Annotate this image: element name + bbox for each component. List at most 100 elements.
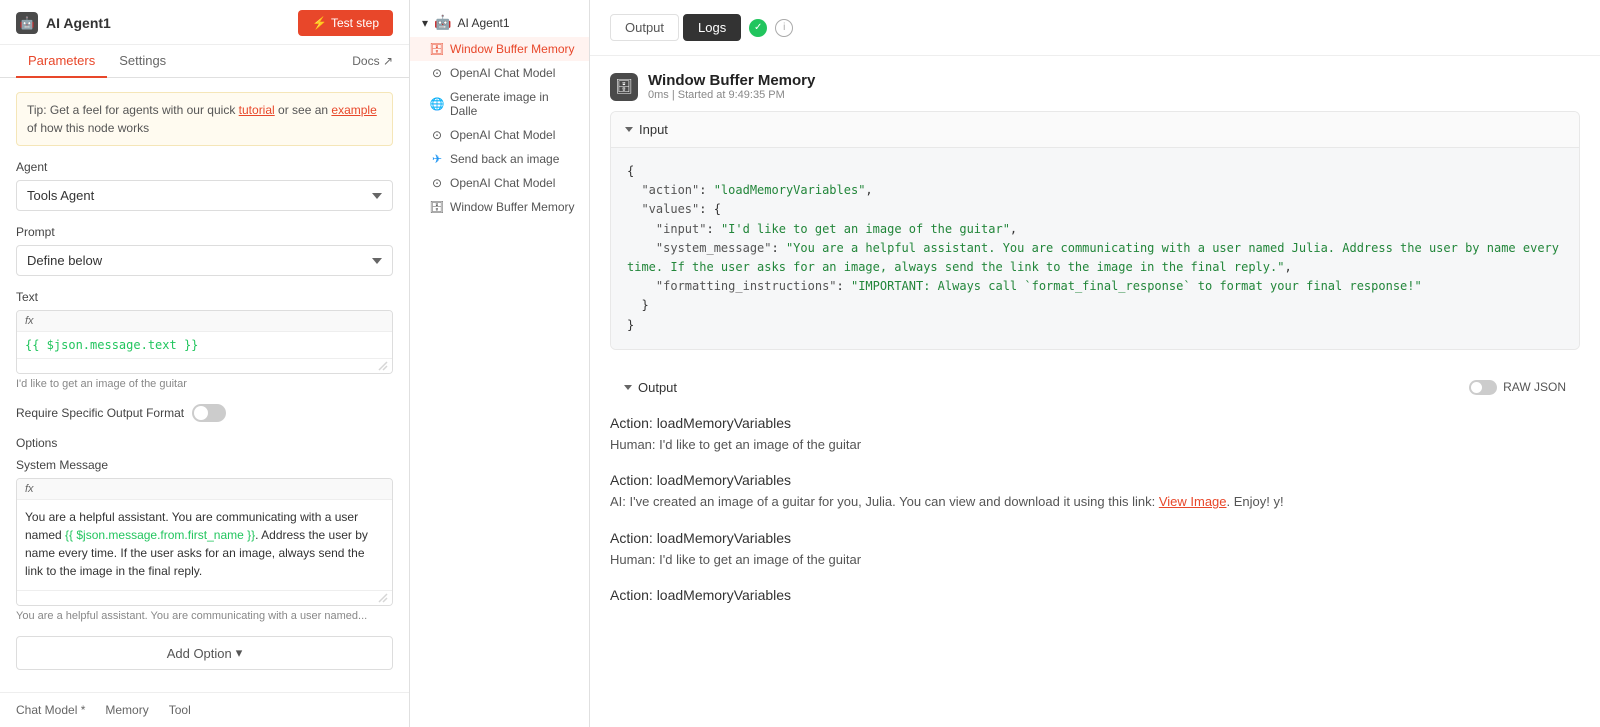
prompt-label: Prompt — [16, 225, 393, 239]
test-step-button[interactable]: ⚡ Test step — [298, 10, 393, 36]
tree-item-window-buffer-memory-2[interactable]: 🗄 Window Buffer Memory — [410, 195, 589, 219]
resize-icon[interactable] — [378, 361, 388, 371]
require-output-format-toggle[interactable] — [192, 404, 226, 422]
input-section-body: { "action": "loadMemoryVariables", "valu… — [611, 148, 1579, 349]
detail-tabs: Output Logs — [610, 14, 741, 41]
input-chevron-icon — [625, 127, 633, 132]
docs-link[interactable]: Docs ↗ — [352, 45, 393, 77]
output-text-1: Human: I'd like to get an image of the g… — [610, 435, 1580, 463]
tip-or: or see an — [275, 103, 332, 117]
input-section-header[interactable]: Input — [611, 112, 1579, 148]
node-db-icon: 🗄 — [610, 73, 638, 101]
system-message-preview: You are a helpful assistant. You are com… — [16, 610, 393, 622]
tip-example-link[interactable]: example — [331, 103, 376, 117]
node-info: Window Buffer Memory 0ms | Started at 9:… — [648, 72, 815, 101]
tip-box: Tip: Get a feel for agents with our quic… — [16, 92, 393, 146]
tree-item-label-5: Send back an image — [450, 152, 559, 166]
footer-tool: Tool — [169, 703, 191, 717]
test-step-icon: ⚡ — [312, 16, 327, 30]
raw-json-toggle[interactable]: RAW JSON — [1469, 380, 1566, 395]
tab-settings[interactable]: Settings — [107, 45, 178, 78]
tree-item-send-back-image[interactable]: ✈ Send back an image — [410, 147, 589, 171]
text-input-header: fx — [17, 311, 392, 332]
node-meta: 0ms | Started at 9:49:35 PM — [648, 89, 815, 101]
tree-root-icon: 🤖 — [434, 14, 451, 31]
tree-item-window-buffer-memory-1[interactable]: 🗄 Window Buffer Memory — [410, 37, 589, 61]
output-section: Output RAW JSON Action: loadMemoryVariab… — [610, 370, 1580, 618]
node-title: Window Buffer Memory — [648, 72, 815, 89]
system-message-wrapper: fx You are a helpful assistant. You are … — [16, 478, 393, 606]
system-message-code: {{ $json.message.from.first_name }} — [65, 528, 255, 542]
input-section-title: Input — [639, 122, 668, 137]
system-message-fx-icon: fx — [25, 483, 34, 495]
tree-icon-telegram: ✈ — [430, 152, 444, 166]
config-header: 🤖 AI Agent1 ⚡ Test step — [0, 0, 409, 45]
system-message-label: System Message — [16, 458, 393, 472]
fx-icon: fx — [25, 315, 34, 327]
system-message-resize-icon[interactable] — [378, 593, 388, 603]
toggle-thumb — [194, 406, 208, 420]
config-footer: Chat Model * Memory Tool — [0, 692, 409, 727]
config-panel: 🤖 AI Agent1 ⚡ Test step Parameters Setti… — [0, 0, 410, 727]
info-icon[interactable]: i — [775, 19, 793, 37]
config-title: 🤖 AI Agent1 — [16, 12, 111, 34]
tree-item-label-1: Window Buffer Memory — [450, 42, 574, 56]
detail-tab-logs[interactable]: Logs — [683, 14, 741, 41]
tree-item-openai-chat-model-3[interactable]: ⊙ OpenAI Chat Model — [410, 171, 589, 195]
output-chevron-icon — [624, 385, 632, 390]
detail-header: Output Logs ✓ i — [590, 0, 1600, 56]
system-message-resize — [17, 590, 392, 605]
text-preview: I'd like to get an image of the guitar — [16, 378, 393, 390]
detail-icons: ✓ i — [749, 19, 793, 37]
add-option-chevron: ▾ — [236, 645, 243, 661]
output-section-title: Output — [638, 380, 677, 395]
tree-icon-openai-2: ⊙ — [430, 128, 444, 142]
options-title: Options — [16, 436, 393, 450]
tip-text: Tip: Get a feel for agents with our quic… — [27, 103, 239, 117]
prompt-form-group: Prompt Define below — [16, 225, 393, 276]
tree-icon-db-1: 🗄 — [430, 42, 444, 56]
config-body: Tip: Get a feel for agents with our quic… — [0, 78, 409, 692]
raw-json-label: RAW JSON — [1503, 380, 1566, 394]
tab-parameters[interactable]: Parameters — [16, 45, 107, 78]
view-image-link[interactable]: View Image — [1159, 494, 1227, 509]
footer-chat-model: Chat Model * — [16, 703, 85, 717]
add-option-label: Add Option — [167, 646, 232, 661]
text-label: Text — [16, 290, 393, 304]
text-code-expr: {{ $json.message.text }} — [25, 338, 198, 352]
raw-json-toggle-thumb — [1471, 382, 1482, 393]
tree-root-label: AI Agent1 — [457, 16, 509, 30]
tree-item-openai-chat-model-2[interactable]: ⊙ OpenAI Chat Model — [410, 123, 589, 147]
text-input-wrapper: fx {{ $json.message.text }} — [16, 310, 393, 374]
tree-icon-globe: 🌐 — [430, 97, 444, 111]
output-action-4: Action: loadMemoryVariables — [610, 577, 1580, 607]
tree-item-label-6: OpenAI Chat Model — [450, 176, 555, 190]
system-message-body[interactable]: You are a helpful assistant. You are com… — [17, 500, 392, 590]
tree-item-openai-chat-model-1[interactable]: ⊙ OpenAI Chat Model — [410, 61, 589, 85]
add-option-button[interactable]: Add Option ▾ — [16, 636, 393, 670]
node-header: 🗄 Window Buffer Memory 0ms | Started at … — [590, 56, 1600, 111]
tip-suffix: of how this node works — [27, 121, 149, 135]
tree-item-generate-image-dalle[interactable]: 🌐 Generate image in Dalle — [410, 85, 589, 123]
agent-icon: 🤖 — [16, 12, 38, 34]
raw-json-toggle-switch[interactable] — [1469, 380, 1497, 395]
output-section-header[interactable]: Output RAW JSON — [610, 370, 1580, 405]
output-text-3: Human: I'd like to get an image of the g… — [610, 550, 1580, 578]
text-input-code[interactable]: {{ $json.message.text }} — [17, 332, 392, 358]
tree-item-label-7: Window Buffer Memory — [450, 200, 574, 214]
tree-item-label-4: OpenAI Chat Model — [450, 128, 555, 142]
status-success-icon: ✓ — [749, 19, 767, 37]
config-tabs: Parameters Settings Docs ↗ — [0, 45, 409, 78]
detail-panel: Output Logs ✓ i 🗄 Window Buffer Memory 0… — [590, 0, 1600, 727]
system-message-header: fx — [17, 479, 392, 500]
tree-root[interactable]: ▾ 🤖 AI Agent1 — [410, 8, 589, 37]
prompt-select[interactable]: Define below — [16, 245, 393, 276]
detail-tab-output[interactable]: Output — [610, 14, 679, 41]
agent-select[interactable]: Tools Agent — [16, 180, 393, 211]
tip-tutorial-link[interactable]: tutorial — [239, 103, 275, 117]
output-action-1: Action: loadMemoryVariables — [610, 405, 1580, 435]
footer-memory: Memory — [105, 703, 148, 717]
tree-panel: ▾ 🤖 AI Agent1 🗄 Window Buffer Memory ⊙ O… — [410, 0, 590, 727]
config-agent-title: AI Agent1 — [46, 15, 111, 31]
test-step-label: Test step — [331, 16, 379, 30]
